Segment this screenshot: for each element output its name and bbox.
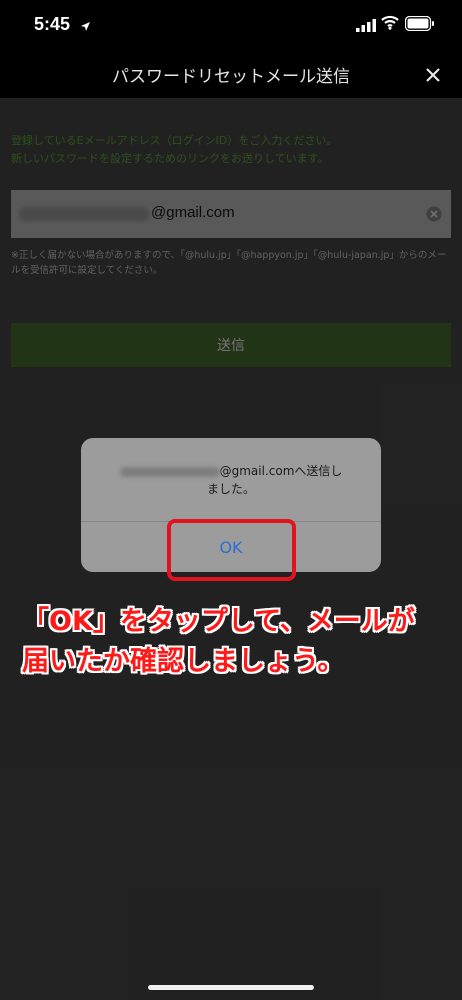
dialog-message-line-1: @gmail.comへ送信し	[219, 464, 343, 478]
page-title: パスワードリセットメール送信	[112, 67, 350, 87]
cellular-signal-icon	[356, 17, 376, 36]
redacted-email-user	[119, 466, 220, 477]
status-time: 5:45	[34, 14, 71, 34]
close-icon	[426, 68, 440, 82]
annotation-line-2: 届いたか確認しましょう。	[22, 646, 345, 677]
dialog-message-line-2: ました。	[206, 482, 255, 496]
wifi-icon	[381, 15, 399, 34]
close-button[interactable]	[422, 64, 444, 86]
ok-highlight-box	[167, 519, 296, 581]
annotation-line-1: 「OK」をタップして、メールが	[22, 606, 415, 637]
dialog-message: @gmail.comへ送信し ました。	[81, 462, 381, 498]
home-indicator[interactable]	[148, 985, 314, 990]
nav-bar: パスワードリセットメール送信	[0, 50, 462, 98]
battery-icon	[404, 15, 435, 35]
status-bar: 5:45	[0, 0, 462, 50]
tutorial-annotation: 「OK」をタップして、メールが 届いたか確認しましょう。	[22, 602, 442, 682]
location-arrow-icon	[80, 17, 91, 36]
